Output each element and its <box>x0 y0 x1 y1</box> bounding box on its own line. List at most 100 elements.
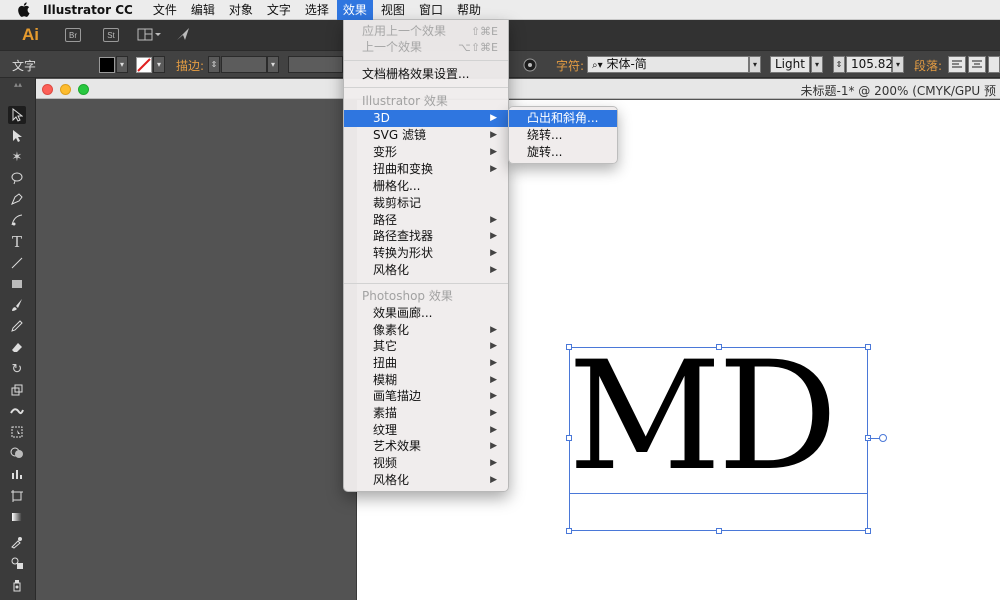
type-tool-icon[interactable]: T <box>8 233 26 251</box>
effect-item-stylize-photoshop[interactable]: 风格化 ▶ <box>344 472 508 489</box>
lasso-tool-icon[interactable] <box>8 169 26 187</box>
arrange-documents-button[interactable] <box>137 28 161 42</box>
menu-effect[interactable]: 效果 <box>336 0 373 20</box>
effect-item-sketch[interactable]: 素描 ▶ <box>344 405 508 422</box>
apply-last-effect-item[interactable]: 应用上一个效果 ⇧⌘E <box>344 23 508 40</box>
document-raster-settings-item[interactable]: 文档栅格效果设置... <box>344 66 508 83</box>
close-window-button[interactable] <box>42 84 53 95</box>
effect-item-blur[interactable]: 模糊 ▶ <box>344 372 508 389</box>
effect-item-path[interactable]: 路径 ▶ <box>344 212 508 229</box>
effect-item-rasterize[interactable]: 栅格化... <box>344 178 508 195</box>
pencil-tool-icon[interactable] <box>8 317 26 335</box>
font-style-dropdown[interactable]: ▾ <box>811 56 823 73</box>
character-label[interactable]: 字符: <box>556 57 584 74</box>
effect-item-distort-transform[interactable]: 扭曲和变换 ▶ <box>344 161 508 178</box>
rotate-tool-icon[interactable]: ↻ <box>8 360 26 378</box>
align-center-button[interactable] <box>968 56 986 73</box>
symbol-sprayer-tool-icon[interactable] <box>8 576 26 594</box>
effect-item-pixelate[interactable]: 像素化 ▶ <box>344 322 508 339</box>
gradient-tool-icon[interactable] <box>8 508 26 526</box>
bridge-button[interactable]: Br <box>65 28 81 42</box>
resize-handle-left[interactable] <box>566 435 572 441</box>
magic-wand-tool-icon[interactable]: ✶ <box>8 148 26 166</box>
revolve-item[interactable]: 绕转... <box>509 127 617 144</box>
selection-tool-icon[interactable] <box>8 106 26 124</box>
curvature-tool-icon[interactable] <box>8 211 26 229</box>
pasteboard[interactable] <box>36 100 356 600</box>
effect-item-brush-strokes[interactable]: 画笔描边 ▶ <box>344 388 508 405</box>
stroke-weight-stepper[interactable]: ⇕ <box>208 56 220 73</box>
rectangle-tool-icon[interactable] <box>8 275 26 293</box>
resize-handle-bottom-left[interactable] <box>566 528 572 534</box>
align-right-button[interactable] <box>988 56 1000 73</box>
menu-edit[interactable]: 编辑 <box>185 0 221 20</box>
effect-item-crop-marks[interactable]: 裁剪标记 <box>344 195 508 212</box>
resize-handle-top[interactable] <box>716 344 722 350</box>
effect-item-svg-filters[interactable]: SVG 滤镜 ▶ <box>344 127 508 144</box>
resize-handle-top-right[interactable] <box>865 344 871 350</box>
fill-swatch[interactable] <box>99 57 115 73</box>
font-size-field[interactable]: 105.82 <box>846 56 893 73</box>
resize-handle-bottom[interactable] <box>716 528 722 534</box>
effect-item-3d[interactable]: 3D ▶ <box>344 110 508 127</box>
rotate-3d-item[interactable]: 旋转... <box>509 144 617 161</box>
last-effect-item[interactable]: 上一个效果 ⌥⇧⌘E <box>344 39 508 56</box>
effect-item-texture[interactable]: 纹理 ▶ <box>344 422 508 439</box>
effect-item-stylize-illustrator[interactable]: 风格化 ▶ <box>344 262 508 279</box>
align-left-button[interactable] <box>948 56 966 73</box>
graph-tool-icon[interactable] <box>8 465 26 483</box>
variable-width-dropdown[interactable] <box>288 56 343 73</box>
extrude-bevel-item[interactable]: 凸出和斜角... <box>509 110 617 127</box>
sync-icon[interactable] <box>175 26 191 45</box>
menu-view[interactable]: 视图 <box>375 0 411 20</box>
paragraph-label[interactable]: 段落: <box>914 57 942 74</box>
stock-button[interactable]: St <box>103 28 119 42</box>
resize-handle-top-left[interactable] <box>566 344 572 350</box>
artboard-tool-icon[interactable] <box>8 487 26 505</box>
font-size-stepper[interactable]: ⇕ <box>833 56 845 73</box>
effect-item-pathfinder[interactable]: 路径查找器 ▶ <box>344 228 508 245</box>
fill-dropdown-arrow[interactable]: ▾ <box>116 56 128 73</box>
text-out-port[interactable] <box>879 434 887 442</box>
stroke-dropdown-arrow[interactable]: ▾ <box>153 56 165 73</box>
menu-help[interactable]: 帮助 <box>451 0 487 20</box>
line-tool-icon[interactable] <box>8 254 26 272</box>
menu-file[interactable]: 文件 <box>147 0 183 20</box>
minimize-window-button[interactable] <box>60 84 71 95</box>
effect-item-convert-to-shape[interactable]: 转换为形状 ▶ <box>344 245 508 262</box>
font-family-field[interactable]: ⌕▾ 宋体-简 <box>587 56 749 73</box>
paintbrush-tool-icon[interactable] <box>8 296 26 314</box>
menu-select[interactable]: 选择 <box>299 0 335 20</box>
shape-builder-tool-icon[interactable] <box>8 444 26 462</box>
effect-item-other[interactable]: 其它 ▶ <box>344 338 508 355</box>
resize-handle-bottom-right[interactable] <box>865 528 871 534</box>
width-tool-icon[interactable] <box>8 402 26 420</box>
stroke-weight-label[interactable]: 描边: <box>176 57 204 74</box>
stroke-swatch[interactable] <box>136 57 152 73</box>
zoom-window-button[interactable] <box>78 84 89 95</box>
free-transform-tool-icon[interactable] <box>8 423 26 441</box>
apple-icon[interactable] <box>17 2 31 18</box>
pen-tool-icon[interactable] <box>8 190 26 208</box>
effect-item-distort[interactable]: 扭曲 ▶ <box>344 355 508 372</box>
stroke-weight-dropdown[interactable]: ▾ <box>267 56 279 73</box>
scale-tool-icon[interactable] <box>8 381 26 399</box>
stroke-weight-field[interactable] <box>221 56 267 73</box>
menu-window[interactable]: 窗口 <box>413 0 449 20</box>
eyedropper-tool-icon[interactable] <box>8 533 26 551</box>
effect-item-gallery[interactable]: 效果画廊... <box>344 305 508 322</box>
recolor-icon[interactable] <box>523 58 537 75</box>
menu-object[interactable]: 对象 <box>223 0 259 20</box>
eraser-tool-icon[interactable] <box>8 338 26 356</box>
app-name-menu[interactable]: Illustrator CC <box>43 3 133 17</box>
effect-item-warp[interactable]: 变形 ▶ <box>344 144 508 161</box>
direct-selection-tool-icon[interactable] <box>8 127 26 145</box>
panel-collapse-icon[interactable]: ▴▴ <box>14 80 22 89</box>
blend-tool-icon[interactable] <box>8 554 26 572</box>
font-family-dropdown[interactable]: ▾ <box>749 56 761 73</box>
font-size-dropdown[interactable]: ▾ <box>892 56 904 73</box>
menu-type[interactable]: 文字 <box>261 0 297 20</box>
effect-item-video[interactable]: 视频 ▶ <box>344 455 508 472</box>
effect-item-artistic[interactable]: 艺术效果 ▶ <box>344 438 508 455</box>
font-style-field[interactable]: Light <box>770 56 810 73</box>
